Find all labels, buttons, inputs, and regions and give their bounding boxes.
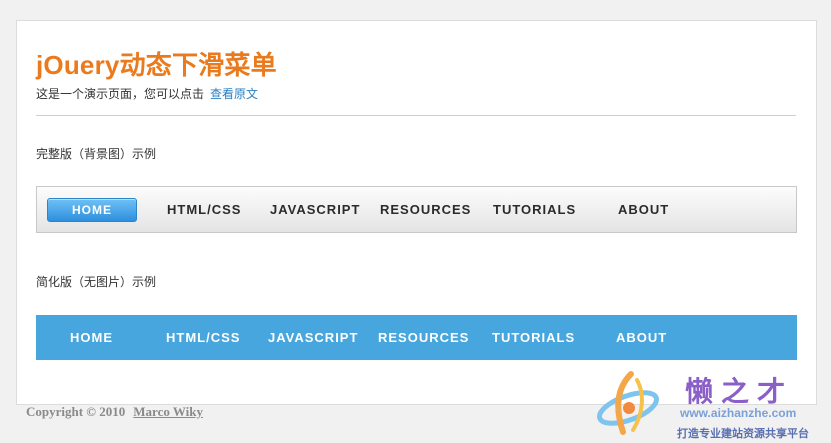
page-subtitle: 这是一个演示页面，您可以点击 查看原文 [36, 85, 258, 102]
footer: Copyright © 2010 Marco Wiky [26, 404, 203, 420]
site-watermark: 懒之才 www.aizhanzhe.com 打造专业建站资源共享平台 [585, 368, 831, 443]
full-menu-bar: HOME HTML/CSS JAVASCRIPT RESOURCES TUTOR… [36, 186, 797, 233]
simple-menu-bar: HOME HTML/CSS JAVASCRIPT RESOURCES TUTOR… [36, 315, 797, 360]
full-menu-item-home[interactable]: HOME [47, 198, 137, 222]
full-menu-item-about[interactable]: ABOUT [618, 187, 669, 232]
full-menu-item-tutorials[interactable]: TUTORIALS [493, 187, 576, 232]
header-divider [36, 115, 796, 116]
copyright-text: Copyright © 2010 [26, 404, 126, 419]
full-menu-item-resources[interactable]: RESOURCES [380, 187, 471, 232]
page-title: jOuery动态下滑菜单 [36, 50, 277, 80]
simple-menu-item-tutorials[interactable]: TUTORIALS [492, 315, 575, 360]
view-original-link[interactable]: 查看原文 [210, 87, 258, 101]
watermark-slogan: 打造专业建站资源共享平台 [677, 427, 809, 440]
watermark-name: 懒之才 [685, 375, 794, 408]
simple-menu-item-resources[interactable]: RESOURCES [378, 315, 469, 360]
simple-menu-item-javascript[interactable]: JAVASCRIPT [268, 315, 358, 360]
full-version-label: 完整版（背景图）示例 [36, 147, 157, 161]
watermark-url: www.aizhanzhe.com [680, 406, 797, 420]
subtitle-text: 这是一个演示页面，您可以点击 [36, 87, 205, 101]
simple-menu-item-home[interactable]: HOME [70, 315, 113, 360]
watermark-logo-icon [597, 371, 659, 435]
full-menu-item-html-css[interactable]: HTML/CSS [167, 187, 241, 232]
simple-menu-item-html-css[interactable]: HTML/CSS [166, 315, 240, 360]
simple-version-label: 简化版（无图片）示例 [36, 275, 157, 289]
full-menu-item-javascript[interactable]: JAVASCRIPT [270, 187, 360, 232]
demo-page: jOuery动态下滑菜单 这是一个演示页面，您可以点击 查看原文 完整版（背景图）… [16, 20, 817, 405]
simple-menu-item-about[interactable]: ABOUT [616, 315, 667, 360]
author-link[interactable]: Marco Wiky [133, 404, 203, 419]
